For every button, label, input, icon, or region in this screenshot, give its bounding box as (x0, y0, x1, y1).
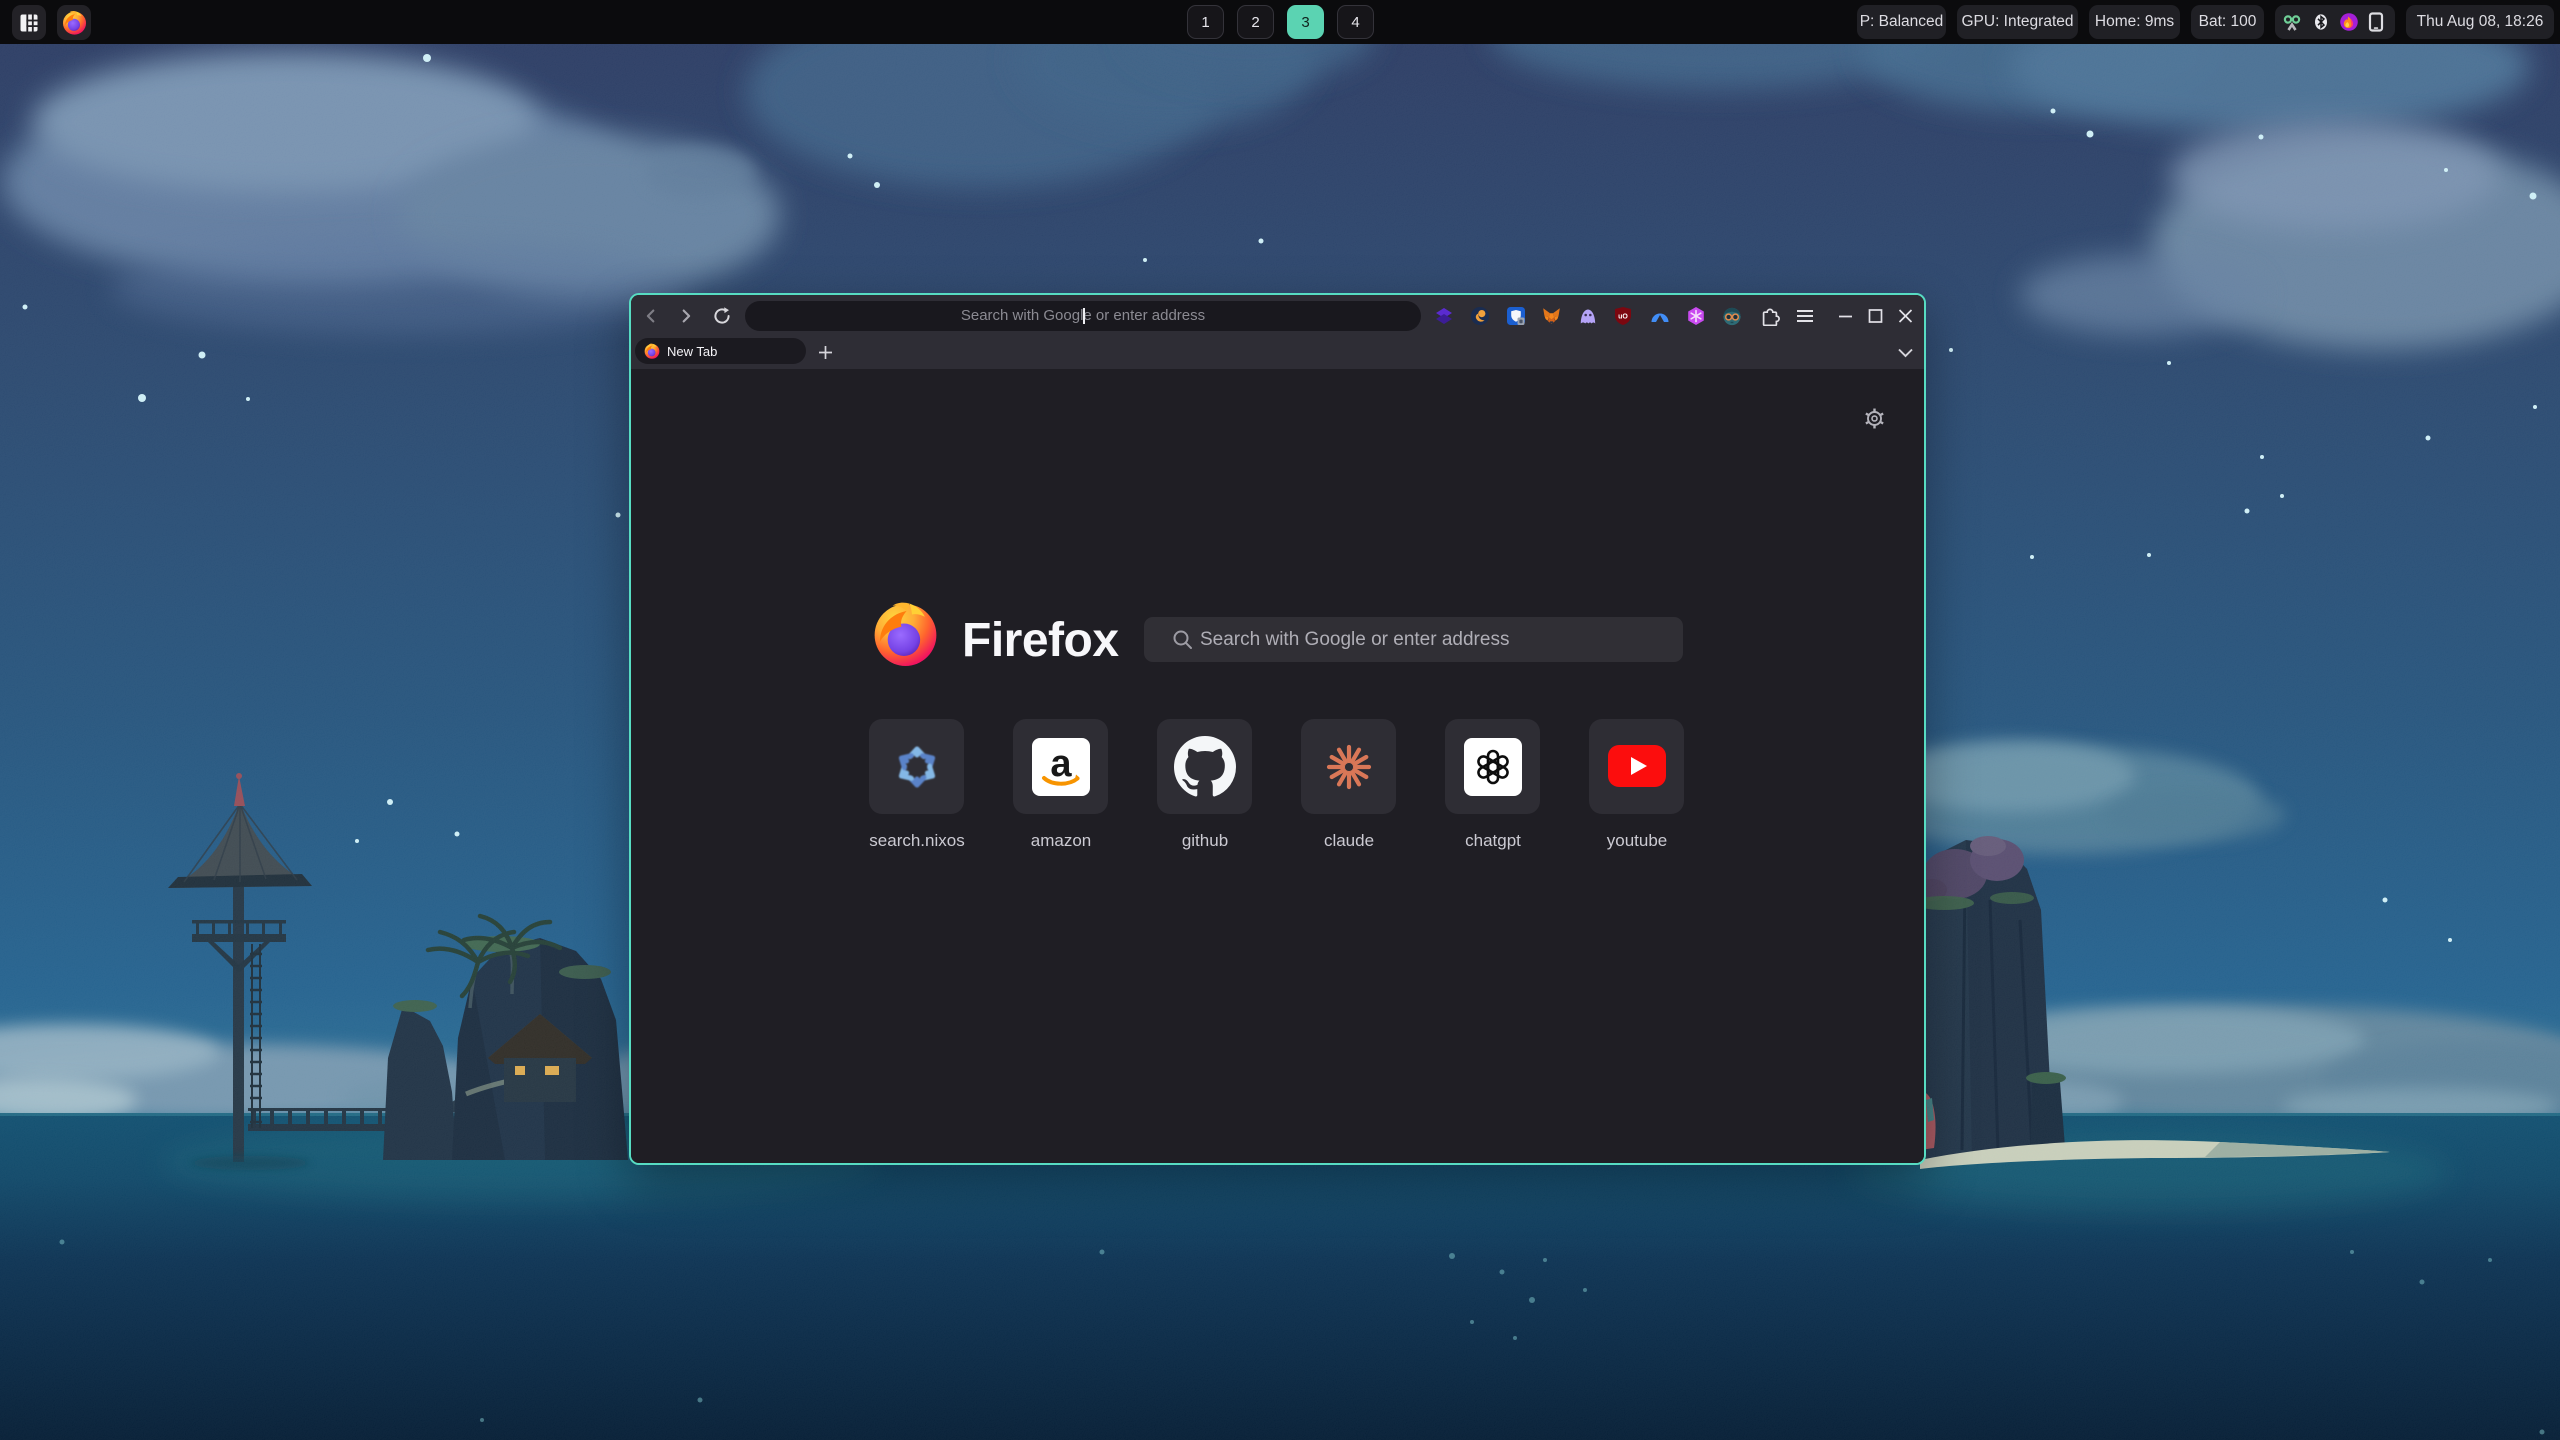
svg-text:uO: uO (1618, 314, 1628, 321)
svg-text:a: a (1050, 743, 1072, 785)
